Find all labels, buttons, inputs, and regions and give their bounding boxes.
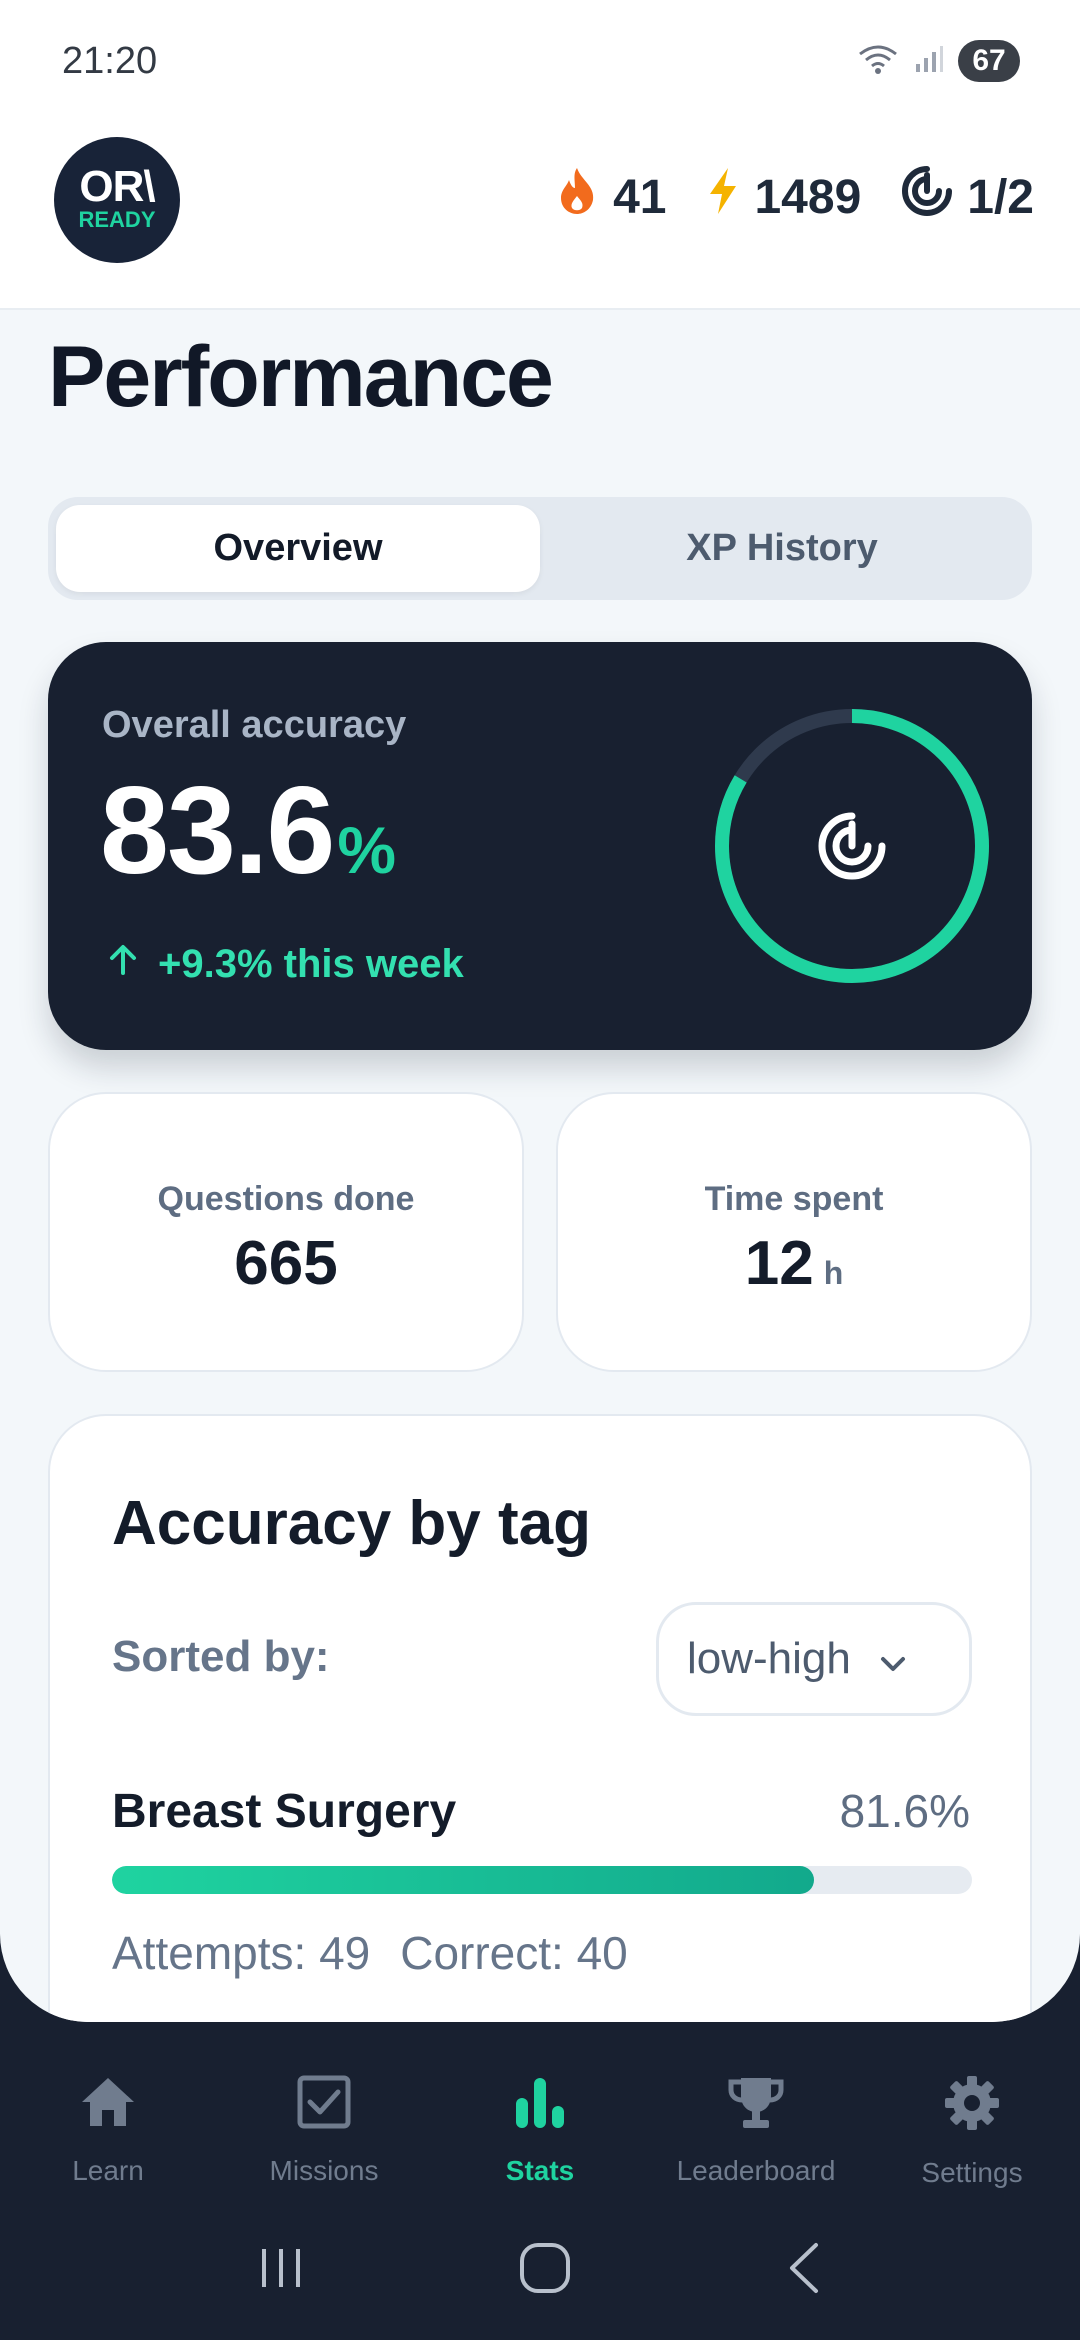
system-nav-bar: [0, 2215, 1080, 2325]
status-bar: 21:20 67: [0, 0, 1080, 125]
accuracy-change: +9.3% this week: [106, 942, 464, 987]
nav-label-stats: Stats: [505, 2155, 575, 2186]
xp-value: 1489: [754, 170, 862, 224]
sort-value: low-high: [687, 1634, 851, 1683]
accuracy-by-tag-card: Accuracy by tag Sorted by: low-high Brea…: [48, 1414, 1032, 2022]
accuracy-value: 83.6: [100, 762, 335, 900]
nav-settings[interactable]: Settings: [864, 2040, 1080, 2190]
header-stats: 41 1489 1/2: [555, 165, 1034, 229]
battery-indicator: 67: [958, 40, 1020, 82]
target-icon: [901, 165, 953, 229]
tab-overview[interactable]: Overview: [56, 505, 540, 592]
signal-icon: [914, 44, 944, 79]
wifi-icon: [856, 42, 900, 81]
nav-missions[interactable]: Missions: [216, 2040, 432, 2190]
questions-card: Questions done 665: [48, 1092, 524, 1372]
tab-bar: Overview XP History: [48, 497, 1032, 600]
tag-attempts: Attempts: 49: [112, 1927, 371, 1979]
accuracy-unit: %: [337, 813, 396, 887]
nav-stats[interactable]: Stats: [432, 2040, 648, 2190]
arrow-up-icon: [106, 942, 140, 987]
goal-value: 1/2: [967, 170, 1034, 224]
tab-xp-history[interactable]: XP History: [540, 505, 1024, 592]
time-label: Time spent: [704, 1180, 884, 1218]
nav-label-settings: Settings: [921, 2157, 1023, 2188]
back-icon[interactable]: [784, 2241, 824, 2300]
accuracy-value-row: 83.6%: [100, 760, 396, 902]
app-screen: 21:20 67 OR\ READY 41 1489 1/2 Performan…: [0, 0, 1080, 2022]
nav-leaderboard[interactable]: Leaderboard: [648, 2040, 864, 2190]
questions-value: 665: [234, 1229, 338, 1298]
recent-apps-icon[interactable]: [256, 2243, 306, 2298]
streak-counter[interactable]: 41: [555, 166, 666, 228]
tag-correct: Correct: 40: [400, 1927, 628, 1979]
streak-value: 41: [613, 170, 667, 224]
accuracy-change-text: +9.3% this week: [158, 942, 464, 986]
target-icon: [818, 812, 886, 880]
page-title: Performance: [48, 329, 554, 425]
accuracy-ring: [715, 709, 989, 983]
accuracy-card: Overall accuracy 83.6% +9.3% this week: [48, 642, 1032, 1050]
lightning-icon: [706, 166, 740, 228]
tag-name: Breast Surgery: [112, 1785, 457, 1838]
logo-text-bottom: READY: [78, 207, 156, 232]
bottom-nav: Learn Missions Stats Leaderboard Setting…: [0, 2040, 1080, 2190]
checkbox-icon: [296, 2074, 352, 2137]
trophy-icon: [727, 2074, 785, 2137]
app-logo[interactable]: OR\ READY: [54, 137, 180, 263]
time-unit: h: [823, 1255, 844, 1291]
questions-label: Questions done: [157, 1180, 415, 1218]
nav-label-missions: Missions: [269, 2155, 379, 2186]
status-time: 21:20: [62, 40, 158, 82]
home-icon: [78, 2074, 138, 2137]
flame-icon: [555, 166, 599, 228]
tag-progress-bar: [112, 1866, 972, 1894]
time-value: 12: [744, 1229, 814, 1298]
time-value-row: 12 h: [558, 1228, 1030, 1299]
logo-text-top: OR\: [79, 162, 155, 211]
tag-percent: 81.6%: [839, 1785, 970, 1837]
gear-icon: [943, 2074, 1001, 2139]
time-card: Time spent 12 h: [556, 1092, 1032, 1372]
accuracy-label: Overall accuracy: [102, 704, 407, 746]
sort-dropdown[interactable]: low-high: [656, 1602, 972, 1716]
tag-progress-fill: [112, 1866, 814, 1894]
bar-chart-icon: [512, 2074, 568, 2137]
nav-label-learn: Learn: [72, 2155, 144, 2186]
status-icons: 67: [856, 40, 1020, 82]
tag-meta: Attempts: 49 Correct: 40: [112, 1926, 628, 1980]
xp-counter[interactable]: 1489: [706, 166, 861, 228]
nav-learn[interactable]: Learn: [0, 2040, 216, 2190]
app-header: OR\ READY 41 1489 1/2: [0, 125, 1080, 310]
chevron-down-icon: [879, 1634, 907, 1684]
nav-label-leaderboard: Leaderboard: [676, 2155, 836, 2186]
goal-counter[interactable]: 1/2: [901, 165, 1034, 229]
home-button-icon[interactable]: [518, 2241, 572, 2300]
tag-section-title: Accuracy by tag: [112, 1489, 591, 1558]
sorted-by-label: Sorted by:: [112, 1632, 330, 1681]
